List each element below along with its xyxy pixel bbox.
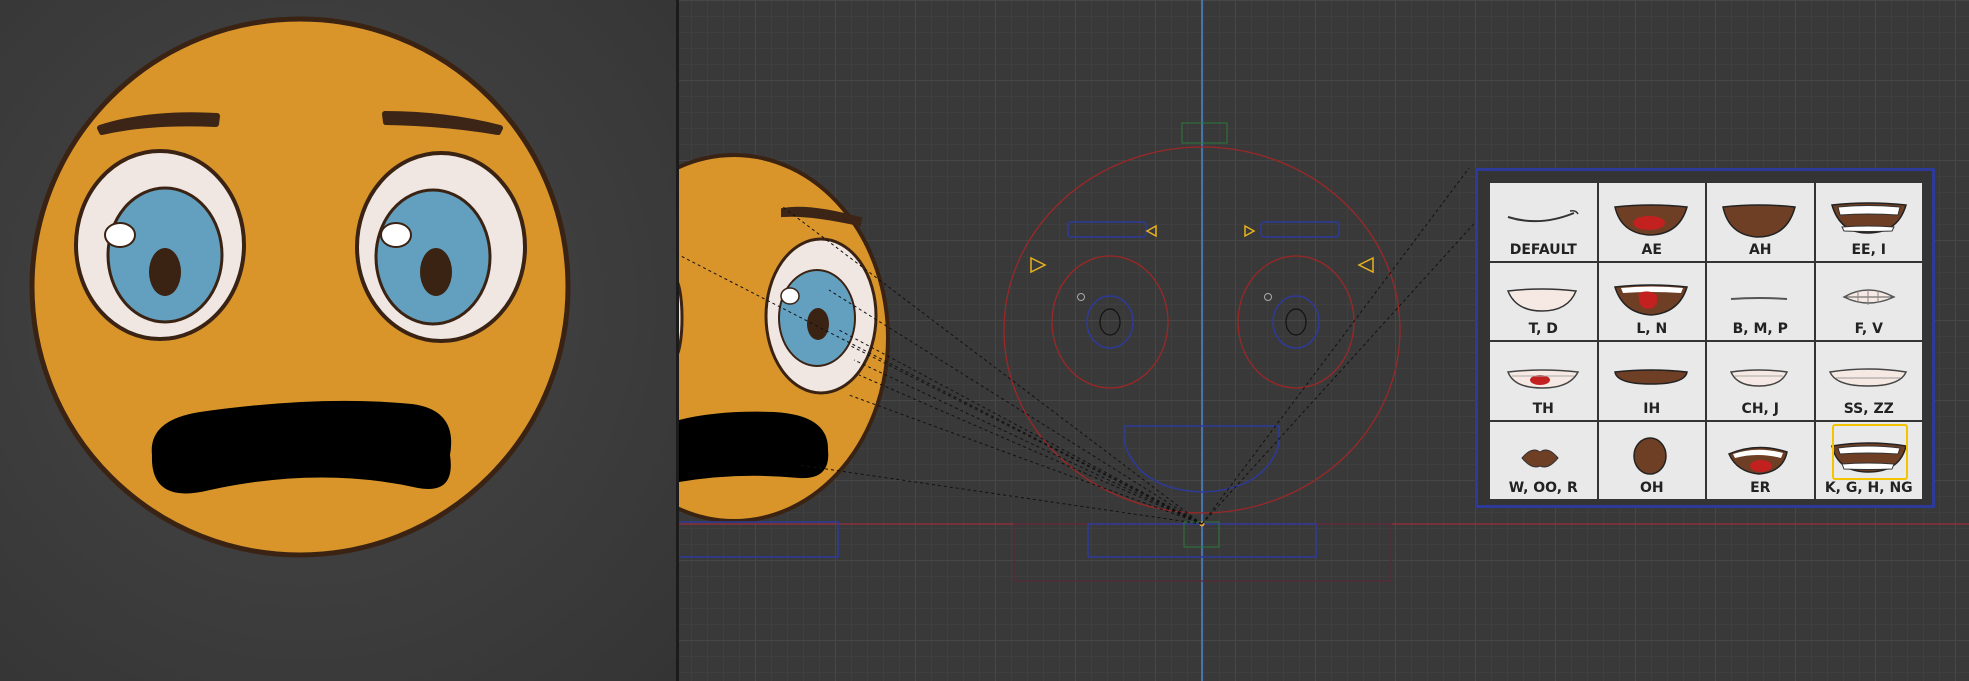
viseme-label: EE, I (1851, 241, 1887, 258)
viewport-mouth-shape (679, 411, 829, 482)
viseme-cell[interactable]: EE, I (1815, 183, 1922, 261)
viseme-cell[interactable]: AH (1707, 183, 1814, 261)
viseme-cell[interactable]: AE (1598, 183, 1705, 261)
viseme-label: SS, ZZ (1843, 400, 1894, 417)
viseme-cell[interactable]: W, OO, R (1490, 421, 1597, 499)
viseme-label: K, G, H, NG (1824, 480, 1913, 496)
viseme-label: CH, J (1741, 400, 1779, 417)
viseme-label: W, OO, R (1508, 480, 1578, 496)
viseme-cell[interactable]: SS, ZZ (1815, 342, 1922, 420)
viseme-cell[interactable]: ER (1707, 421, 1814, 499)
viseme-cell[interactable]: L, N (1598, 262, 1705, 340)
right-eye-highlight (380, 222, 412, 248)
rig-left-brow-box (1067, 221, 1147, 238)
rig-right-eye-outline (1237, 255, 1355, 389)
camera-preview-panel (0, 0, 676, 681)
viseme-label: ER (1750, 480, 1771, 496)
viseme-cell[interactable]: CH, J (1707, 342, 1814, 420)
viseme-label: AH (1748, 241, 1772, 258)
rig-right-brow-box (1260, 221, 1340, 238)
viewport-pupil (807, 308, 829, 340)
rig-handle-left-side[interactable] (1030, 256, 1047, 274)
viseme-cell[interactable]: B, M, P (1707, 262, 1814, 340)
viseme-cell[interactable]: K, G, H, NG (1815, 421, 1922, 499)
viseme-cell[interactable]: TH (1490, 342, 1597, 420)
viseme-label: B, M, P (1732, 321, 1788, 337)
rig-handle-left-brow[interactable] (1145, 224, 1157, 238)
viseme-label: IH (1643, 400, 1661, 417)
viewport-eye-highlight (780, 287, 800, 305)
viseme-cell[interactable]: DEFAULT (1490, 183, 1597, 261)
viewport-control-box (679, 521, 839, 558)
viseme-cell[interactable]: OH (1598, 421, 1705, 499)
viseme-label: L, N (1636, 321, 1668, 337)
viseme-label: OH (1639, 480, 1664, 496)
right-pupil (420, 248, 452, 296)
left-eye-highlight (104, 222, 136, 248)
viseme-label: AE (1641, 241, 1662, 258)
rig-handle-right-brow[interactable] (1244, 224, 1256, 238)
viewport-face-partial (679, 153, 890, 558)
character-face-preview (29, 16, 571, 558)
left-pupil (149, 248, 181, 296)
viseme-label: DEFAULT (1509, 241, 1577, 258)
viseme-label: TH (1532, 400, 1554, 417)
viseme-cell[interactable]: F, V (1815, 262, 1922, 340)
viseme-label: F, V (1854, 321, 1883, 337)
viseme-label: T, D (1528, 321, 1558, 337)
viseme-cell[interactable]: IH (1598, 342, 1705, 420)
rig-left-eye-outline (1051, 255, 1169, 389)
rig-handle-right-side[interactable] (1357, 256, 1374, 274)
viseme-chart-board[interactable]: DEFAULT AE AH EE, I T, D L, N B, M, P F, V TH IH C… (1475, 168, 1935, 508)
viseme-grid: DEFAULT AE AH EE, I T, D L, N B, M, P F, V TH IH C… (1490, 183, 1922, 499)
viseme-cell[interactable]: T, D (1490, 262, 1597, 340)
